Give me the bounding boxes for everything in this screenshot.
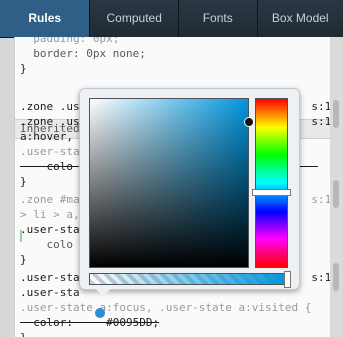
color-swatch[interactable] (95, 308, 105, 318)
tab-bar: Rules Computed Fonts Box Model (0, 0, 343, 38)
tab-fonts[interactable]: Fonts (179, 0, 258, 37)
code-line: } (20, 253, 27, 266)
code-line[interactable]: color: #0095DD; (20, 315, 159, 330)
tab-rules[interactable]: Rules (0, 0, 91, 37)
alpha-slider-knob[interactable] (284, 271, 291, 288)
code-line: } (20, 175, 27, 188)
scrollbar-thumb[interactable] (333, 180, 339, 208)
scrollbar-thumb[interactable] (333, 100, 339, 128)
saturation-knob[interactable] (244, 117, 254, 127)
scrollbar-thumb[interactable] (333, 263, 339, 291)
hue-slider-knob[interactable] (252, 189, 291, 196)
tab-box-model[interactable]: Box Model (258, 0, 343, 37)
code-line: } (20, 330, 27, 337)
alpha-slider[interactable] (89, 273, 289, 285)
code-line: } (20, 62, 27, 75)
popup-arrow (94, 287, 112, 297)
tab-computed[interactable]: Computed (90, 0, 179, 37)
code-line[interactable]: border: 0px none; (20, 46, 146, 61)
hue-slider[interactable] (255, 98, 288, 268)
code-line: padding: 0px; (20, 37, 120, 45)
saturation-field[interactable] (89, 98, 249, 268)
code-line[interactable]: .user-state a:focus, .user-state a:visit… (20, 300, 311, 315)
